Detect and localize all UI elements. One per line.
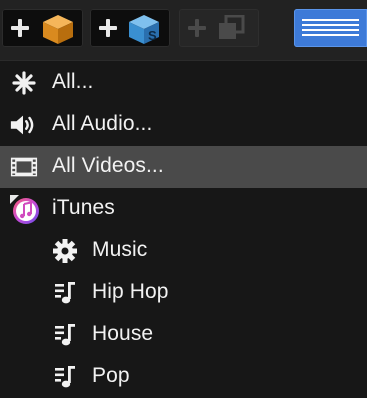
- source-menu: All... All Audio... All Videos... iTunes…: [0, 60, 367, 398]
- gear-icon: [53, 239, 77, 263]
- playlist-icon: [55, 282, 75, 304]
- add-s-box-button[interactable]: S: [90, 9, 170, 47]
- menu-item-pop[interactable]: Pop: [0, 356, 367, 398]
- itunes-icon: [10, 195, 39, 224]
- s-box-icon: S: [129, 15, 159, 44]
- menu-item-label: House: [92, 322, 154, 345]
- film-strip-icon: [10, 157, 38, 177]
- toolbar: S: [0, 0, 367, 60]
- list-view-button[interactable]: [294, 9, 367, 47]
- menu-item-label: All Audio...: [52, 112, 153, 135]
- stacked-squares-icon: [219, 15, 245, 39]
- plus-icon: [11, 19, 29, 37]
- svg-text:S: S: [148, 28, 157, 43]
- menu-item-all-audio[interactable]: All Audio...: [0, 104, 367, 146]
- add-group-button[interactable]: [179, 9, 259, 47]
- list-view-icon: [302, 19, 359, 37]
- menu-item-itunes[interactable]: iTunes: [0, 188, 367, 230]
- speaker-icon: [10, 115, 34, 135]
- menu-item-hip-hop[interactable]: Hip Hop: [0, 272, 367, 314]
- asterisk-icon: [12, 71, 36, 95]
- menu-item-label: Music: [92, 238, 148, 261]
- menu-item-all-videos[interactable]: All Videos...: [0, 146, 367, 188]
- menu-item-house[interactable]: House: [0, 314, 367, 356]
- add-box-button[interactable]: [2, 9, 83, 47]
- menu-item-label: iTunes: [52, 196, 115, 219]
- plus-icon: [99, 19, 117, 37]
- menu-item-label: Hip Hop: [92, 280, 169, 303]
- menu-item-label: All Videos...: [52, 154, 164, 177]
- menu-item-all[interactable]: All...: [0, 62, 367, 104]
- box-icon: [43, 15, 73, 44]
- menu-item-music[interactable]: Music: [0, 230, 367, 272]
- menu-item-label: Pop: [92, 364, 130, 387]
- playlist-icon: [55, 366, 75, 388]
- menu-item-label: All...: [52, 70, 94, 93]
- plus-icon: [188, 19, 206, 37]
- playlist-icon: [55, 324, 75, 346]
